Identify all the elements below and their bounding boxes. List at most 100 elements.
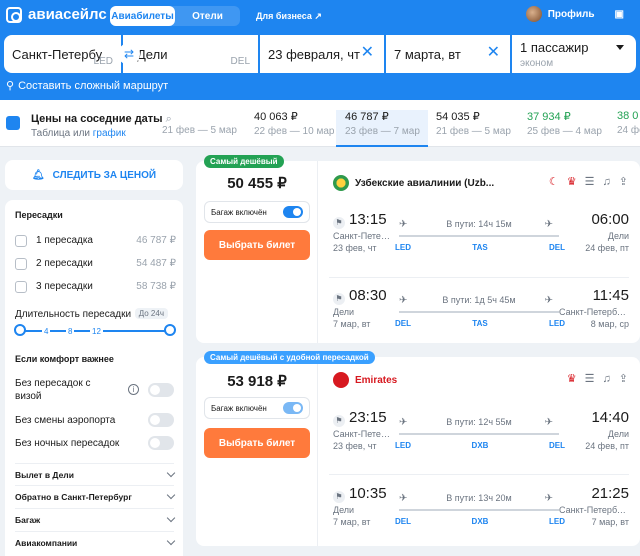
toggle-switch[interactable] bbox=[148, 413, 174, 427]
destination-code: LED bbox=[549, 517, 565, 526]
accordion-departure[interactable]: Вылет в Дели bbox=[15, 463, 176, 485]
select-ticket-button[interactable]: Выбрать билет bbox=[204, 428, 310, 458]
complex-route-link[interactable]: ⚲ Составить сложный маршрут bbox=[6, 79, 168, 93]
stops-price: 46 787 ₽ bbox=[136, 235, 176, 246]
business-link[interactable]: Для бизнеса ↗ bbox=[256, 11, 322, 22]
route-line bbox=[399, 509, 559, 511]
arrival-city: Дели bbox=[607, 231, 629, 241]
toggle-switch bbox=[283, 206, 303, 218]
departure-date: 23 фев, чт bbox=[333, 441, 377, 451]
accordion-label: Обратно в Санкт-Петербург bbox=[15, 491, 132, 502]
ticket-price: 50 455 ₽ bbox=[227, 175, 287, 192]
date-cell[interactable]: 21 фев — 5 мар bbox=[162, 110, 246, 147]
baggage-label: Багаж включён bbox=[211, 403, 267, 413]
slider-knob-max[interactable] bbox=[164, 324, 176, 336]
ticket-price: 53 918 ₽ bbox=[227, 373, 287, 390]
swap-icon[interactable]: ⇄ bbox=[118, 43, 140, 65]
takeoff-icon: ✈ bbox=[399, 493, 408, 504]
flight-segment[interactable]: ⚑ 13:15 06:00 Санкт-Петербург 23 фев, чт… bbox=[329, 211, 629, 271]
chevron-down-icon bbox=[166, 468, 176, 478]
nearby-dates-sub: Таблица или график bbox=[31, 128, 126, 139]
add-to-list-icon[interactable]: ☰ bbox=[585, 175, 595, 188]
divider bbox=[329, 474, 629, 475]
chevron-down-icon bbox=[166, 536, 176, 546]
arrival-date: 8 мар, ср bbox=[590, 319, 629, 329]
passengers-count: 1 пассажир bbox=[520, 39, 589, 55]
chart-link[interactable]: график bbox=[93, 128, 126, 139]
briefcase-icon: ▣ bbox=[614, 8, 624, 20]
price-alert-button[interactable]: 🔔︎ СЛЕДИТЬ ЗА ЦЕНОЙ bbox=[5, 160, 183, 190]
depart-date-field[interactable]: 23 февраля, чт ✕ bbox=[260, 35, 384, 73]
select-ticket-button[interactable]: Выбрать билет bbox=[204, 230, 310, 260]
accordion-return[interactable]: Обратно в Санкт-Петербург bbox=[15, 485, 176, 507]
flight-segment[interactable]: ⚑ 10:35 21:25 Дели 7 мар, вт Санкт-Петер… bbox=[329, 485, 629, 545]
baggage-toggle[interactable]: Багаж включён bbox=[204, 397, 310, 419]
slider-tick: 12 bbox=[90, 327, 103, 336]
toggle-switch[interactable] bbox=[148, 436, 174, 450]
clear-depart-icon[interactable]: ✕ bbox=[361, 45, 374, 61]
stops-title: Пересадки bbox=[15, 210, 63, 220]
arrival-city: Дели bbox=[607, 429, 629, 439]
date-cell-range: 23 фев — 7 мар bbox=[345, 126, 420, 137]
stops-checkbox[interactable] bbox=[15, 258, 27, 270]
arrival-time: 11:45 bbox=[592, 287, 629, 304]
stops-label: 1 пересадка bbox=[36, 235, 93, 246]
tab-flights[interactable]: Авиабилеты bbox=[110, 6, 175, 26]
bell-icon[interactable]: ♫ bbox=[603, 176, 611, 188]
origin-field[interactable]: Санкт-Петербу LED bbox=[4, 35, 121, 73]
departure-city: Дели bbox=[333, 505, 355, 515]
info-icon[interactable]: i bbox=[128, 384, 139, 395]
stops-checkbox[interactable] bbox=[15, 235, 27, 247]
arrival-city: Санкт-Петербург bbox=[559, 307, 629, 317]
transfer-code: DXB bbox=[471, 441, 489, 450]
takeoff-icon: ✈ bbox=[399, 295, 408, 306]
accordion-baggage[interactable]: Багаж bbox=[15, 508, 176, 530]
route-icon: ⚲ bbox=[6, 80, 15, 92]
profile-button[interactable]: Профиль ▣ bbox=[525, 6, 624, 22]
flight-segment[interactable]: ⚑ 08:30 11:45 Дели 7 мар, вт Санкт-Петер… bbox=[329, 287, 629, 347]
share-icon[interactable]: ⇪ bbox=[619, 175, 628, 188]
departure-time: 13:15 bbox=[349, 211, 387, 228]
tab-hotels[interactable]: Отели bbox=[175, 6, 240, 26]
destination-field[interactable]: Дели DEL bbox=[123, 35, 258, 73]
date-cell[interactable]: 38 0 24 фе bbox=[617, 110, 640, 147]
stops-price: 58 738 ₽ bbox=[136, 281, 176, 292]
date-cell[interactable]: 40 063 ₽ 22 фев — 10 мар bbox=[254, 110, 338, 147]
bell-icon[interactable]: ♫ bbox=[603, 373, 611, 385]
toggle-switch[interactable] bbox=[148, 383, 174, 397]
destination-city: Дели bbox=[137, 46, 168, 62]
baggage-label: Багаж включён bbox=[211, 207, 267, 217]
add-to-list-icon[interactable]: ☰ bbox=[585, 372, 595, 385]
accordion-airlines[interactable]: Авиакомпании bbox=[15, 531, 176, 553]
flight-segment[interactable]: ⚑ 23:15 14:40 Санкт-Петербург 23 фев, чт… bbox=[329, 409, 629, 469]
brand-logo[interactable]: авиасейлс bbox=[6, 6, 107, 23]
arrival-date: 24 фев, пт bbox=[585, 243, 629, 253]
route-line bbox=[399, 433, 559, 435]
date-cell[interactable]: 37 934 ₽ 25 фев — 4 мар bbox=[527, 110, 611, 147]
search-form: Санкт-Петербу LED Дели DEL 23 февраля, ч… bbox=[4, 35, 636, 73]
origin-city: Санкт-Петербу bbox=[12, 46, 102, 62]
baggage-toggle[interactable]: Багаж включён bbox=[204, 201, 310, 223]
share-icon[interactable]: ⇪ bbox=[619, 372, 628, 385]
transfer-code: DXB bbox=[471, 517, 489, 526]
return-date-field[interactable]: 7 марта, вт ✕ bbox=[386, 35, 510, 73]
landing-icon: ✈ bbox=[544, 295, 553, 306]
slider-knob-min[interactable] bbox=[14, 324, 26, 336]
date-cell-selected[interactable]: 46 787 ₽ 23 фев — 7 мар bbox=[336, 110, 428, 147]
clear-return-icon[interactable]: ✕ bbox=[487, 45, 500, 61]
brand-icon bbox=[6, 6, 22, 23]
pin-icon: ⚑ bbox=[333, 491, 345, 503]
departure-city: Санкт-Петербург bbox=[333, 231, 393, 241]
passengers-field[interactable]: 1 пассажир эконом bbox=[512, 35, 636, 73]
accordion-label: Авиакомпании bbox=[15, 537, 78, 548]
cabin-class: эконом bbox=[520, 57, 554, 69]
date-cell[interactable]: 54 035 ₽ 21 фев — 5 мар bbox=[436, 110, 520, 147]
ticket-actions: ♛ ☰ ♫ ⇪ bbox=[567, 372, 628, 386]
moon-icon: ☾ bbox=[548, 176, 559, 188]
date-cell-range: 24 фе bbox=[617, 125, 640, 136]
stops-checkbox[interactable] bbox=[15, 281, 27, 293]
route-line bbox=[399, 235, 559, 237]
arrival-date: 7 мар, вт bbox=[591, 517, 629, 527]
pin-icon: ⚑ bbox=[333, 293, 345, 305]
destination-code: DEL bbox=[230, 56, 250, 67]
